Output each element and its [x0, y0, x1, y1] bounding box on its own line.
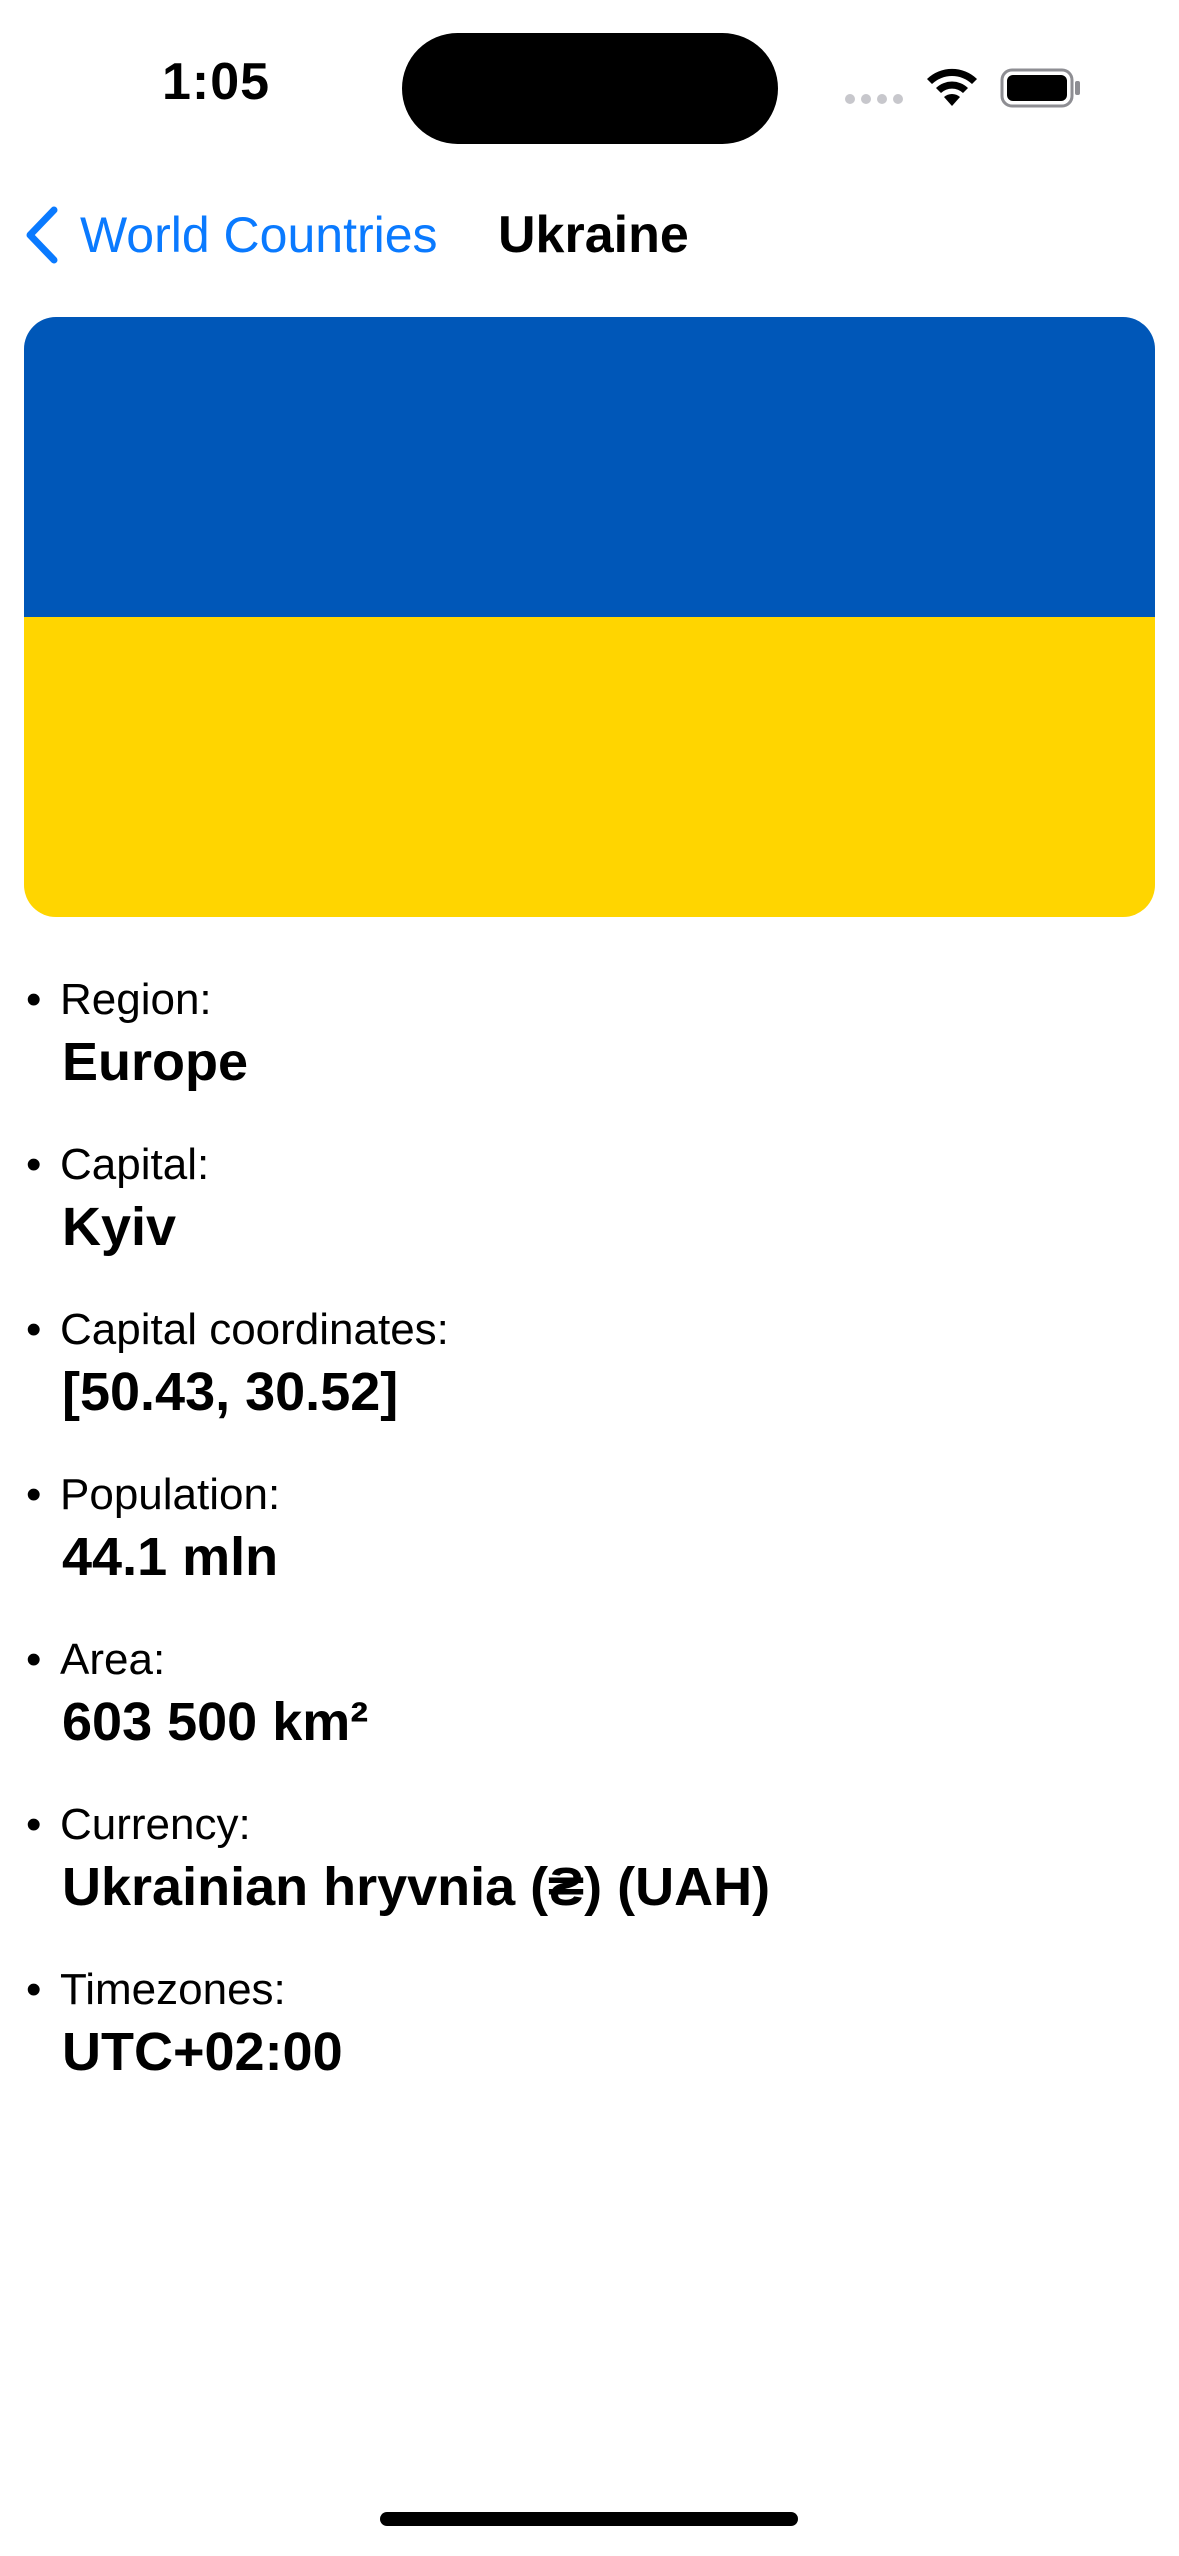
- battery-icon: [1000, 68, 1080, 108]
- bullet: •: [26, 1965, 42, 2014]
- detail-label: Population:: [60, 1470, 281, 1519]
- bullet: •: [26, 1140, 42, 1189]
- detail-value: [50.43, 30.52]: [62, 1362, 399, 1422]
- bullet: •: [26, 975, 42, 1024]
- detail-value: Kyiv: [62, 1197, 177, 1257]
- bullet: •: [26, 1635, 42, 1684]
- detail-label: Timezones:: [60, 1965, 286, 2014]
- status-bar: 1:05: [0, 0, 1179, 180]
- country-flag: [24, 317, 1155, 917]
- page-title: Ukraine: [498, 206, 689, 264]
- flag-stripe-yellow: [24, 617, 1155, 917]
- bullet: •: [26, 1305, 42, 1354]
- dynamic-island: [402, 33, 778, 144]
- detail-value: Europe: [62, 1032, 249, 1092]
- detail-label: Capital coordinates:: [60, 1305, 449, 1354]
- detail-region: • Region: Europe: [26, 970, 1146, 1135]
- detail-timezones: • Timezones: UTC+02:00: [26, 1960, 1146, 2125]
- home-indicator[interactable]: [380, 2512, 798, 2526]
- navigation-bar: World Countries Ukraine: [0, 180, 1179, 290]
- bullet: •: [26, 1470, 42, 1519]
- country-details-list: • Region: Europe • Capital: Kyiv • Capit…: [26, 970, 1146, 2125]
- chevron-left-icon: [26, 206, 58, 264]
- detail-label: Currency:: [60, 1800, 251, 1849]
- detail-value: 603 500 km²: [62, 1692, 369, 1752]
- detail-area: • Area: 603 500 km²: [26, 1630, 1146, 1795]
- back-button[interactable]: World Countries: [22, 200, 438, 270]
- bullet: •: [26, 1800, 42, 1849]
- detail-capital: • Capital: Kyiv: [26, 1135, 1146, 1300]
- cellular-signal-icon: [845, 94, 905, 106]
- back-button-label: World Countries: [80, 207, 438, 263]
- detail-value: Ukrainian hryvnia (₴) (UAH): [62, 1857, 771, 1917]
- status-time: 1:05: [162, 53, 271, 111]
- detail-label: Capital:: [60, 1140, 210, 1189]
- detail-value: 44.1 mln: [62, 1527, 279, 1587]
- flag-stripe-blue: [24, 317, 1155, 617]
- detail-population: • Population: 44.1 mln: [26, 1465, 1146, 1630]
- detail-label: Area:: [60, 1635, 166, 1684]
- wifi-icon: [927, 68, 977, 106]
- detail-value: UTC+02:00: [62, 2022, 343, 2082]
- detail-label: Region:: [60, 975, 212, 1024]
- detail-capital-coordinates: • Capital coordinates: [50.43, 30.52]: [26, 1300, 1146, 1465]
- detail-currency: • Currency: Ukrainian hryvnia (₴) (UAH): [26, 1795, 1146, 1960]
